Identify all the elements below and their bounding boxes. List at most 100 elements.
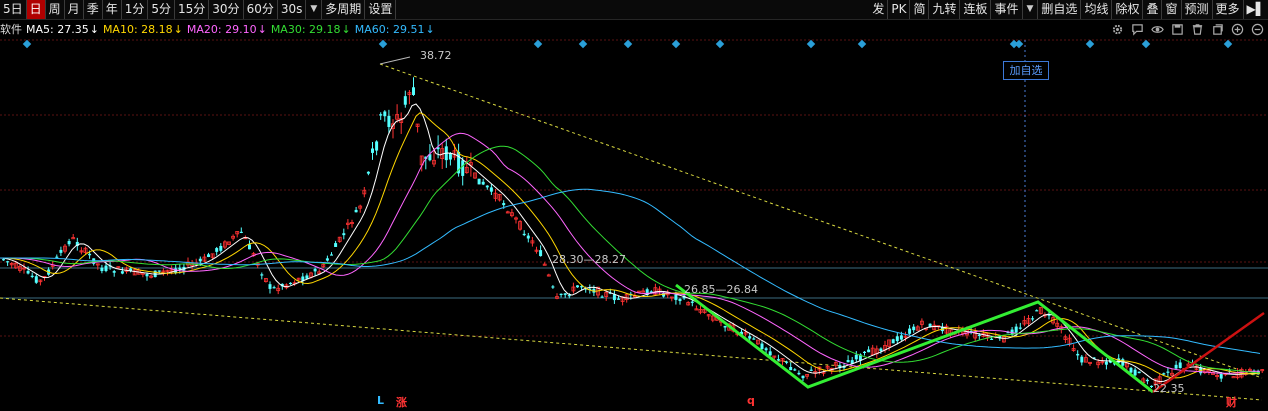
candle-body [539, 250, 543, 257]
candle-body [678, 299, 682, 302]
period-dropdown-icon[interactable]: ▼ [306, 0, 323, 19]
tab-5min[interactable]: 5分 [148, 0, 175, 19]
remove-watchlist-button[interactable]: 删自选 [1038, 0, 1082, 19]
range-label-1: 28.30—28.27 [552, 253, 626, 266]
candle-body [334, 243, 338, 247]
event-diamond-icon [578, 39, 588, 49]
candle-body [789, 367, 793, 371]
candle-body [1145, 379, 1149, 382]
ma20-line [0, 132, 1260, 374]
candle-body [690, 301, 694, 303]
candle-body [559, 293, 563, 296]
ma-lines-button[interactable]: 均线 [1081, 0, 1113, 19]
candle-body [674, 294, 678, 300]
candle-body [1014, 326, 1018, 333]
tab-week[interactable]: 周 [46, 0, 65, 19]
candle-body [330, 254, 333, 256]
tool-jiuzhuan[interactable]: 九转 [929, 0, 961, 19]
save-icon[interactable] [1170, 22, 1184, 36]
kline-chart[interactable] [0, 38, 1268, 411]
event-diamond-icon [857, 39, 867, 49]
marker-q[interactable]: q [747, 394, 755, 407]
upper-trend-line [379, 63, 1263, 379]
candle-body [899, 335, 903, 340]
tab-month[interactable]: 月 [65, 0, 84, 19]
forecast-button[interactable]: 预测 [1182, 0, 1213, 19]
tab-quarter[interactable]: 季 [84, 0, 103, 19]
tab-5day[interactable]: 5日 [0, 0, 27, 19]
tool-pk[interactable]: PK [888, 0, 911, 19]
candle-body [239, 231, 243, 233]
add-watchlist-button[interactable]: 加自选 [1003, 61, 1049, 80]
gear-icon[interactable] [1110, 22, 1124, 36]
candle-body [867, 349, 871, 353]
more-button[interactable]: 更多 [1213, 0, 1244, 19]
marker-l[interactable]: L [377, 394, 384, 407]
event-diamond-icon [671, 39, 681, 49]
candle-body [1162, 373, 1166, 375]
marker-cai[interactable]: 财 [1226, 394, 1237, 410]
tab-60min[interactable]: 60分 [244, 0, 278, 19]
candle-body [289, 282, 292, 285]
candle-body [272, 287, 276, 289]
high-price-label: 38.72 [420, 49, 452, 62]
candle-body [502, 203, 506, 206]
candle-body [748, 336, 752, 339]
candle-body [1166, 371, 1170, 373]
candle-body [563, 293, 567, 295]
candle-body [260, 274, 264, 276]
settings-button[interactable]: 设置 [365, 0, 397, 19]
candle-body [809, 369, 813, 371]
eye-icon[interactable] [1150, 22, 1164, 36]
candle-body [485, 185, 489, 188]
tab-day[interactable]: 日 [26, 0, 46, 19]
tool-jian[interactable]: 简 [910, 0, 930, 19]
collapse-panel-icon[interactable]: ▶▌ [1244, 0, 1268, 19]
candle-body [313, 268, 317, 272]
candle-body [768, 351, 772, 356]
ma5-value: MA5: 27.35↓ [26, 22, 99, 36]
zoom-in-icon[interactable] [1230, 22, 1244, 36]
tab-15min[interactable]: 15分 [175, 0, 210, 19]
candle-body [215, 248, 219, 252]
candle-body [846, 360, 850, 363]
candle-body [912, 326, 916, 331]
tab-year[interactable]: 年 [103, 0, 122, 19]
candle-body [1018, 327, 1022, 329]
trash-icon[interactable] [1190, 22, 1204, 36]
ma20-value: MA20: 29.10↓ [186, 22, 267, 36]
candle-body [305, 275, 309, 279]
overlay-button[interactable]: 叠 [1143, 0, 1163, 19]
chat-bubble-icon[interactable] [1130, 22, 1144, 36]
candle-body [366, 171, 370, 174]
candle-body [785, 361, 789, 363]
ex-rights-button[interactable]: 除权 [1112, 0, 1144, 19]
tab-30s[interactable]: 30s [278, 0, 307, 19]
candle-body [387, 115, 391, 127]
tab-1min[interactable]: 1分 [122, 0, 149, 19]
candle-body [1231, 376, 1236, 379]
candle-body [526, 235, 530, 239]
marker-zhang[interactable]: 涨 [396, 394, 407, 410]
tab-multi-period[interactable]: 多周期 [322, 0, 366, 19]
zoom-out-icon[interactable] [1250, 22, 1264, 36]
candle-body [34, 276, 38, 283]
restore-icon[interactable] [1210, 22, 1224, 36]
candle-body [776, 359, 780, 361]
candle-body [6, 261, 10, 263]
tool-lianban[interactable]: 连板 [960, 0, 992, 19]
candle-body [412, 87, 415, 95]
candle-body [793, 369, 797, 371]
tool-fa[interactable]: 发 [869, 0, 889, 19]
candle-body [2, 259, 5, 261]
candle-body [576, 285, 579, 288]
rising-trend-drawing [1152, 311, 1265, 394]
tool-events[interactable]: 事件 [991, 0, 1023, 19]
events-dropdown-icon[interactable]: ▼ [1023, 0, 1039, 19]
candle-body [477, 178, 481, 185]
lower-trend-line [0, 297, 1263, 401]
candle-body [1174, 364, 1178, 369]
candle-body [1035, 310, 1039, 312]
tab-30min[interactable]: 30分 [209, 0, 244, 19]
window-button[interactable]: 窗 [1162, 0, 1182, 19]
